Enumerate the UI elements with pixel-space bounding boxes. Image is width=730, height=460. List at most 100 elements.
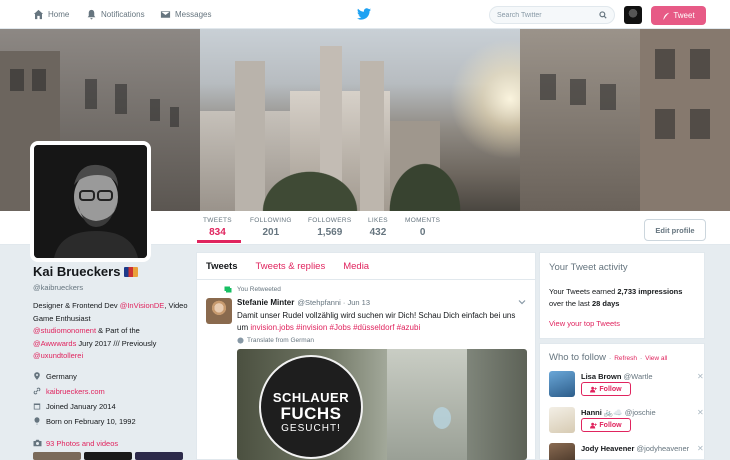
profile-photo [34,145,147,258]
retweet-context: You Retweeted [224,286,525,293]
photo-thumbnails [33,451,193,460]
tweet-author-handle[interactable]: @Stehpfanni · Jun 13 [297,298,370,307]
twitter-bird-icon[interactable] [357,8,371,20]
stat-following[interactable]: FOLLOWING 201 [250,217,292,238]
stat-value: 1,569 [317,227,343,238]
photo-thumbnail[interactable] [33,451,81,460]
photos-and-videos-link[interactable]: 93 Photos and videos [33,439,193,448]
tweet-hashtags[interactable]: invision.jobs #invision #Jobs #düsseldor… [250,323,420,332]
photos-count-text: 93 Photos and videos [46,438,119,448]
profile-website: kaibrueckers.com [33,384,193,399]
follow-button[interactable]: Follow [581,382,631,396]
quill-icon [663,12,670,20]
search-icon[interactable] [599,11,607,19]
follow-button-label: Follow [599,385,622,393]
stat-label: FOLLOWING [250,217,292,224]
tab-media[interactable]: Media [343,261,369,272]
bio-text: & Part of the [96,326,140,335]
tweet-text: Damit unser Rudel vollzählig wird suchen… [237,310,525,333]
suggestion-avatar[interactable] [549,407,575,433]
add-user-icon [590,422,598,428]
close-icon[interactable]: ✕ [697,408,704,417]
who-to-follow-title: Who to follow [549,352,607,363]
nav-home[interactable]: Home [33,0,69,29]
media-text-line3: GESUCHT! [281,423,341,434]
activity-text: over the last [549,298,592,308]
translate-tweet-link[interactable]: Translate from German [237,337,525,344]
refresh-link[interactable]: Refresh [614,355,637,362]
tweet-media-image[interactable]: SCHLAUER FUCHS GESUCHT! [237,349,527,460]
retweet-icon [224,286,232,293]
calendar-icon [33,403,41,410]
suggestion-handle: @Wartle [623,372,653,381]
stat-label: TWEETS [203,217,232,224]
compose-tweet-button[interactable]: Tweet [651,6,706,25]
nav-notifications[interactable]: Notifications [86,0,145,29]
stat-tweets[interactable]: TWEETS 834 [203,217,232,238]
profile-joined: Joined January 2014 [33,399,193,414]
top-navigation: Home Notifications Messages Tweet [0,0,730,29]
suggestion-avatar[interactable] [549,443,575,460]
close-icon[interactable]: ✕ [697,372,704,381]
profile-sidebar: Kai Brueckers @kaibrueckers Designer & F… [33,264,193,460]
stat-value: 0 [419,227,426,238]
view-all-link[interactable]: View all [645,355,667,362]
photo-thumbnail[interactable] [135,451,183,460]
bio-mention-link[interactable]: @studiomonoment [33,326,96,335]
search-input[interactable] [497,11,592,19]
suggestion-name[interactable]: Hanni 🚲☁️ @joschie [581,408,693,417]
location-pin-icon [34,372,40,380]
globe-icon [237,337,244,344]
joined-text: Joined January 2014 [46,401,116,411]
stat-value: 201 [262,227,280,238]
timeline-tabs: Tweets Tweets & replies Media [197,253,535,280]
suggestion-avatar[interactable] [549,371,575,397]
photo-thumbnail[interactable] [84,451,132,460]
suggestion-display-name: Hanni 🚲☁️ [581,408,623,417]
stat-followers[interactable]: FOLLOWERS 1,569 [308,217,352,238]
media-fox-badge: SCHLAUER FUCHS GESUCHT! [259,355,363,459]
nav-home-label: Home [48,10,70,19]
tweet-author-name[interactable]: Stefanie Minter [237,298,294,307]
stat-likes[interactable]: LIKES 432 [368,217,388,238]
nav-messages[interactable]: Messages [160,0,211,29]
activity-title: Your Tweet activity [549,262,628,273]
view-top-tweets-link[interactable]: View your top Tweets [549,319,695,328]
tweet-author-avatar[interactable] [206,298,232,324]
suggestion-display-name: Jody Heavener [581,444,635,453]
who-to-follow-card: Who to follow · Refresh · View all Lisa … [539,343,705,460]
tab-tweets[interactable]: Tweets [206,261,238,272]
bio-mention-link[interactable]: @Awwwards [33,339,76,348]
who-to-follow-header: Who to follow · Refresh · View all [549,352,668,363]
suggestion-name[interactable]: Lisa Brown @Wartle [581,372,693,381]
chevron-down-icon[interactable] [518,298,526,306]
bio-mention-link[interactable]: @uxundtollerei [33,351,83,360]
tweet-item[interactable]: You Retweeted Stefanie Minter @Stehpfann… [197,280,535,344]
follow-button[interactable]: Follow [581,418,631,432]
activity-summary: Your Tweets earned 2,733 impressions ove… [549,286,695,309]
profile-name-text: Kai Brueckers [33,264,121,279]
suggestion-name[interactable]: Jody Heavener @jodyheavener [581,444,693,453]
location-text: Germany [46,371,77,381]
stat-value: 432 [369,227,387,238]
close-icon[interactable]: ✕ [697,444,704,453]
envelope-icon [160,11,171,18]
activity-text: Your Tweets earned [549,287,618,296]
website-link[interactable]: kaibrueckers.com [46,387,105,396]
account-avatar[interactable] [624,6,642,24]
nav-messages-label: Messages [175,10,212,19]
tweet-activity-card: Your Tweet activity Your Tweets earned 2… [539,252,705,339]
profile-location: Germany [33,369,193,384]
follow-button-label: Follow [599,421,622,429]
bell-icon [87,9,96,20]
tab-tweets-and-replies[interactable]: Tweets & replies [256,261,326,272]
profile-avatar[interactable] [30,141,151,262]
bio-mention-link[interactable]: @InVisionDE [120,301,165,310]
stat-label: MOMENTS [405,217,441,224]
edit-profile-button[interactable]: Edit profile [644,219,706,241]
search-box [489,6,615,24]
profile-birthday: Born on February 10, 1992 [33,414,193,429]
retweet-context-text: You Retweeted [237,286,281,293]
stat-moments[interactable]: MOMENTS 0 [405,217,440,238]
profile-meta: Germany kaibrueckers.com Joined January … [33,369,193,429]
